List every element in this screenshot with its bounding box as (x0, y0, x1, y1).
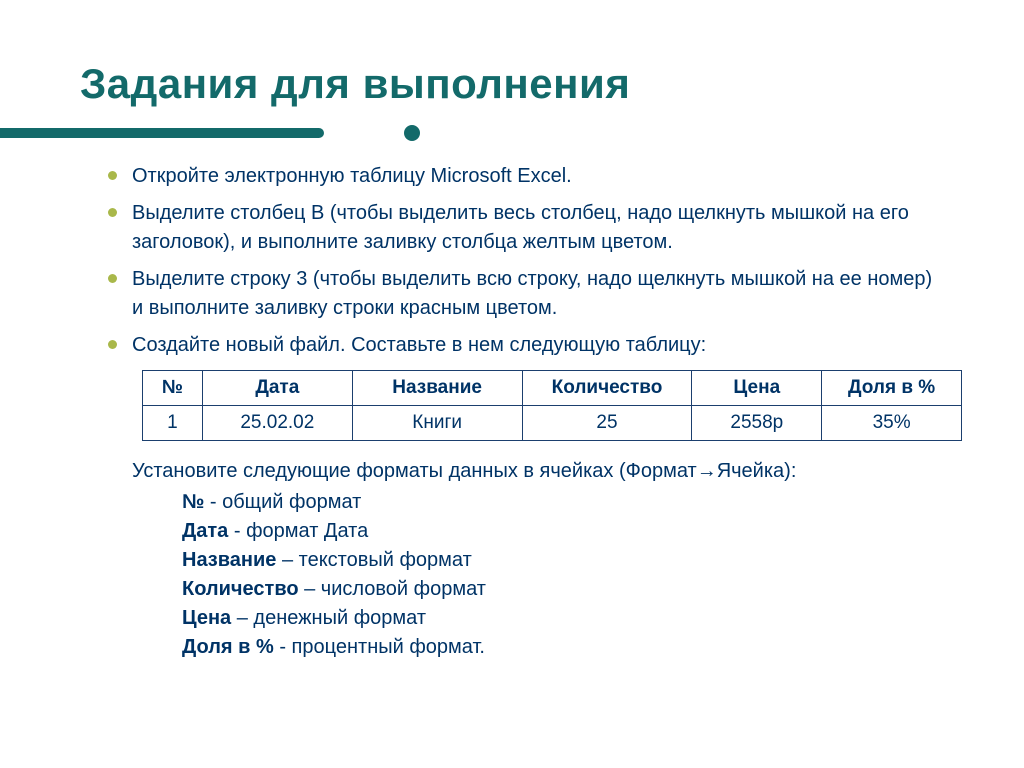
underline-bar (0, 128, 324, 138)
note-suffix: Ячейка): (717, 460, 797, 482)
format-desc: - формат Дата (228, 520, 368, 542)
format-label: Дата (182, 520, 228, 542)
format-label: Доля в % (182, 636, 274, 658)
format-label: Название (182, 549, 276, 571)
list-item: Создайте новый файл. Составьте в нем сле… (108, 331, 944, 360)
table-row: 1 25.02.02 Книги 25 2558р 35% (143, 406, 962, 441)
format-line: Цена – денежный формат (182, 604, 944, 633)
formats-list: № - общий формат Дата - формат Дата Назв… (182, 488, 944, 662)
cell-num: 1 (143, 406, 203, 441)
format-line: Доля в % - процентный формат. (182, 633, 944, 662)
col-date: Дата (202, 371, 352, 406)
format-desc: - общий формат (204, 491, 361, 513)
list-item: Выделите строку 3 (чтобы выделить всю ст… (108, 265, 944, 323)
col-name: Название (352, 371, 522, 406)
arrow-icon: → (697, 460, 717, 482)
format-label: Количество (182, 578, 299, 600)
col-num: № (143, 371, 203, 406)
format-label: № (182, 491, 204, 513)
format-line: Название – текстовый формат (182, 546, 944, 575)
slide: Задания для выполнения Откройте электрон… (0, 0, 1024, 768)
table-header-row: № Дата Название Количество Цена Доля в % (143, 371, 962, 406)
list-item: Выделите столбец В (чтобы выделить весь … (108, 199, 944, 257)
cell-price: 2558р (692, 406, 822, 441)
cell-name: Книги (352, 406, 522, 441)
task-list: Откройте электронную таблицу Microsoft E… (80, 162, 944, 360)
title-underline (80, 126, 944, 140)
page-title: Задания для выполнения (80, 60, 944, 108)
cell-qty: 25 (522, 406, 692, 441)
formats-note: Установите следующие форматы данных в яч… (132, 457, 944, 486)
format-desc: – денежный формат (231, 607, 426, 629)
format-desc: - процентный формат. (274, 636, 485, 658)
cell-date: 25.02.02 (202, 406, 352, 441)
underline-cap (404, 125, 420, 141)
list-item: Откройте электронную таблицу Microsoft E… (108, 162, 944, 191)
format-label: Цена (182, 607, 231, 629)
format-desc: – числовой формат (299, 578, 486, 600)
note-prefix: Установите следующие форматы данных в яч… (132, 460, 697, 482)
cell-share: 35% (822, 406, 962, 441)
col-share: Доля в % (822, 371, 962, 406)
format-line: Количество – числовой формат (182, 575, 944, 604)
example-table: № Дата Название Количество Цена Доля в %… (142, 370, 962, 441)
col-qty: Количество (522, 371, 692, 406)
format-desc: – текстовый формат (276, 549, 471, 571)
col-price: Цена (692, 371, 822, 406)
format-line: № - общий формат (182, 488, 944, 517)
format-line: Дата - формат Дата (182, 517, 944, 546)
